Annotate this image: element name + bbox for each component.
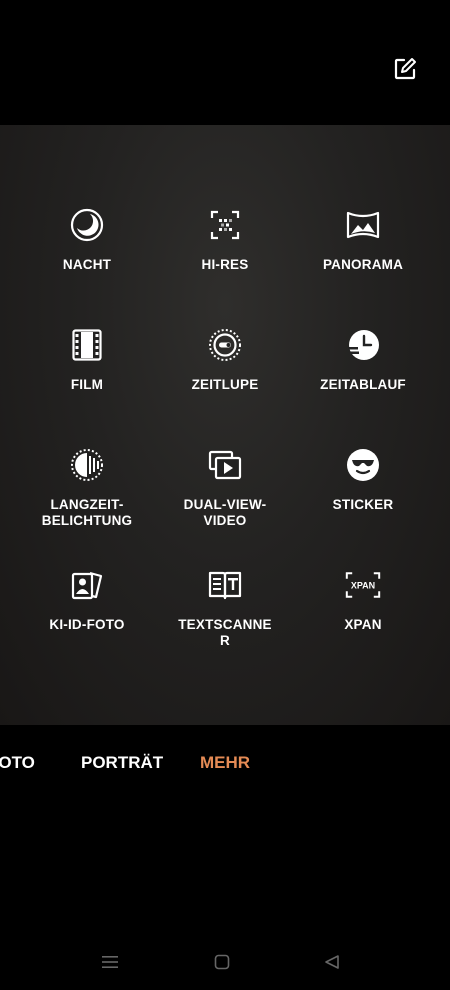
time-lapse-clock-icon bbox=[345, 327, 381, 363]
tab-foto[interactable]: FOTO bbox=[0, 753, 35, 773]
camera-modes-panel: NACHT HI-RES PANORAMA FILM ZEITLUPE ZEIT… bbox=[0, 125, 450, 725]
hi-res-grid-icon bbox=[207, 207, 243, 243]
mode-label: NACHT bbox=[62, 257, 112, 272]
night-moon-icon bbox=[69, 207, 105, 243]
xpan-icon: XPAN bbox=[345, 567, 381, 603]
mode-label: LANGZEIT- BELICHTUNG bbox=[41, 497, 133, 528]
mode-label: STICKER bbox=[332, 497, 394, 512]
mode-langzeitbelichtung[interactable]: LANGZEIT- BELICHTUNG bbox=[17, 447, 157, 557]
mode-panorama[interactable]: PANORAMA bbox=[293, 207, 433, 317]
tab-mehr[interactable]: MEHR bbox=[200, 753, 250, 773]
panorama-icon bbox=[345, 207, 381, 243]
sticker-sunglasses-face-icon bbox=[345, 447, 381, 483]
mode-xpan[interactable]: XPAN XPAN bbox=[293, 567, 433, 677]
mode-zeitlupe[interactable]: ZEITLUPE bbox=[155, 327, 295, 437]
camera-mode-tabs: FOTO PORTRÄT MEHR bbox=[0, 725, 450, 805]
menu-lines-icon bbox=[102, 956, 118, 968]
back-triangle-icon bbox=[325, 955, 339, 969]
mode-label: XPAN bbox=[344, 617, 382, 632]
mode-hi-res[interactable]: HI-RES bbox=[155, 207, 295, 317]
text-scanner-icon bbox=[207, 567, 243, 603]
mode-label: TEXTSCANNE R bbox=[178, 617, 272, 648]
long-exposure-icon bbox=[69, 447, 105, 483]
mode-zeitablauf[interactable]: ZEITABLAUF bbox=[293, 327, 433, 437]
back-button[interactable] bbox=[320, 952, 344, 972]
tab-portraet[interactable]: PORTRÄT bbox=[81, 753, 163, 773]
mode-label: FILM bbox=[70, 377, 104, 392]
mode-film[interactable]: FILM bbox=[17, 327, 157, 437]
edit-square-icon bbox=[394, 58, 416, 80]
slow-motion-icon bbox=[207, 327, 243, 363]
mode-label: ZEITABLAUF bbox=[320, 377, 406, 392]
system-nav-bar bbox=[0, 935, 450, 990]
edit-modes-button[interactable] bbox=[390, 54, 420, 84]
mode-label: DUAL-VIEW- VIDEO bbox=[183, 497, 267, 528]
mode-label: PANORAMA bbox=[322, 257, 404, 272]
mode-sticker[interactable]: STICKER bbox=[293, 447, 433, 557]
mode-dual-view-video[interactable]: DUAL-VIEW- VIDEO bbox=[155, 447, 295, 557]
home-square-icon bbox=[214, 954, 230, 970]
recent-apps-button[interactable] bbox=[98, 952, 122, 972]
film-strip-icon bbox=[69, 327, 105, 363]
mode-label: HI-RES bbox=[201, 257, 249, 272]
svg-text:XPAN: XPAN bbox=[351, 581, 375, 591]
id-photo-icon bbox=[69, 567, 105, 603]
mode-textscanner[interactable]: TEXTSCANNE R bbox=[155, 567, 295, 677]
mode-nacht[interactable]: NACHT bbox=[17, 207, 157, 317]
dual-view-video-icon bbox=[207, 447, 243, 483]
home-button[interactable] bbox=[210, 952, 234, 972]
mode-ki-id-foto[interactable]: KI-ID-FOTO bbox=[17, 567, 157, 677]
mode-label: KI-ID-FOTO bbox=[49, 617, 125, 632]
mode-label: ZEITLUPE bbox=[191, 377, 259, 392]
top-bar bbox=[0, 0, 450, 125]
